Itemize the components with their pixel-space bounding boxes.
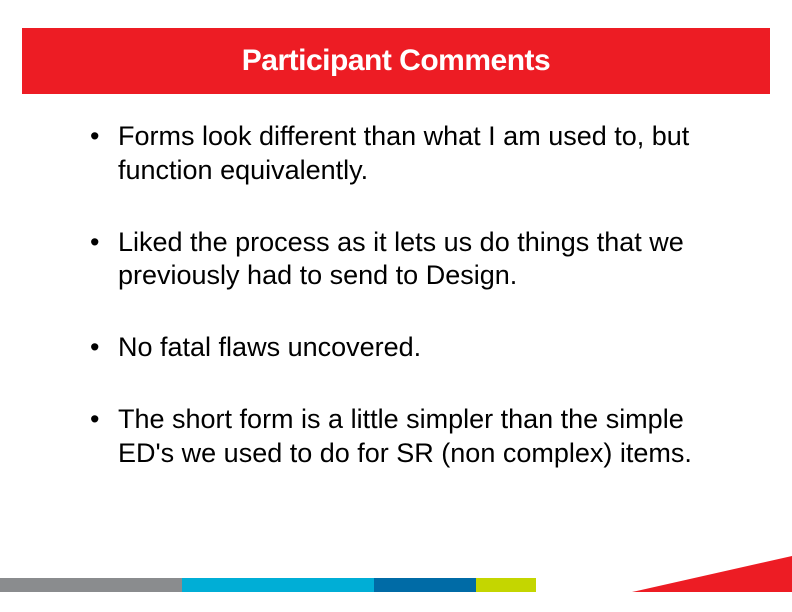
footer-segment-gray bbox=[0, 578, 182, 592]
footer-segment-darkblue bbox=[374, 578, 476, 592]
footer-accent-bar bbox=[0, 578, 792, 592]
footer-segment-red-wrap bbox=[666, 578, 792, 592]
title-bar: Participant Comments bbox=[22, 28, 770, 94]
footer-red-triangle bbox=[632, 556, 792, 592]
footer-segment-lime bbox=[476, 578, 536, 592]
content-area: Forms look different than what I am used… bbox=[90, 120, 710, 508]
slide-title: Participant Comments bbox=[242, 44, 550, 78]
bullet-list: Forms look different than what I am used… bbox=[90, 120, 710, 470]
footer-segment-blue bbox=[182, 578, 374, 592]
list-item: No fatal flaws uncovered. bbox=[90, 331, 710, 365]
list-item: Liked the process as it lets us do thing… bbox=[90, 226, 710, 294]
list-item: Forms look different than what I am used… bbox=[90, 120, 710, 188]
list-item: The short form is a little simpler than … bbox=[90, 403, 710, 471]
